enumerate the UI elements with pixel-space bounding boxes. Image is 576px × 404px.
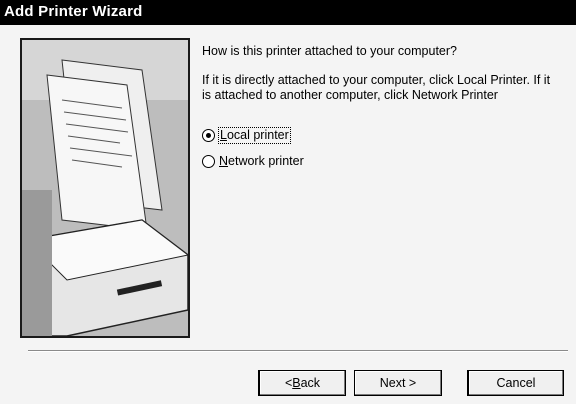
- network-printer-option[interactable]: Network printer: [202, 151, 572, 171]
- next-button[interactable]: Next >: [354, 370, 442, 396]
- network-printer-label[interactable]: Network printer: [219, 154, 304, 169]
- wizard-content: How is this printer attached to your com…: [202, 44, 572, 177]
- question-text: How is this printer attached to your com…: [202, 44, 457, 58]
- printer-illustration-icon: [22, 40, 188, 336]
- wizard-window: Add Printer Wizard How is this printer a…: [0, 0, 576, 404]
- back-button[interactable]: < Back: [258, 370, 346, 396]
- local-printer-radio[interactable]: [202, 128, 215, 142]
- network-printer-radio[interactable]: [202, 154, 215, 168]
- cancel-button[interactable]: Cancel: [467, 370, 564, 396]
- title-bar: Add Printer Wizard: [0, 0, 576, 25]
- window-title: Add Printer Wizard: [4, 3, 143, 20]
- local-printer-label[interactable]: Local printer: [218, 126, 291, 144]
- printer-illustration: [20, 38, 190, 338]
- local-printer-option[interactable]: Local printer: [202, 125, 572, 145]
- button-separator: [28, 350, 568, 352]
- instruction-text: If it is directly attached to your compu…: [202, 73, 551, 102]
